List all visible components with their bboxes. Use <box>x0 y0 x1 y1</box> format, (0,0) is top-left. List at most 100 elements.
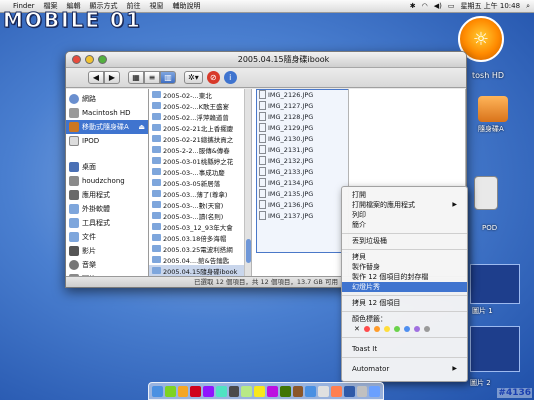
scrollbar-thumb[interactable] <box>246 239 251 263</box>
menu-item-automator[interactable]: Automator ▶ <box>342 364 467 374</box>
ipod-desktop-icon[interactable] <box>474 176 498 210</box>
dock-app-icon[interactable] <box>152 385 163 397</box>
folder-row[interactable]: 2005.03.18倍多海帽▶ <box>149 232 251 243</box>
action-menu-button[interactable]: ✲▾ <box>184 71 203 84</box>
eject-icon[interactable]: ⏏ <box>138 123 145 131</box>
folder-row[interactable]: 2005-02-...東北▶ <box>149 89 251 100</box>
menu-help[interactable]: 輔助說明 <box>173 1 201 11</box>
info-icon[interactable]: i <box>223 71 237 84</box>
menu-item-open[interactable]: 打開 <box>342 190 467 200</box>
wifi-icon[interactable]: ◠ <box>422 2 428 10</box>
sidebar-item-documents[interactable]: 文件 <box>66 230 148 244</box>
menu-item-toast-it[interactable]: Toast It <box>342 344 467 354</box>
menu-item-create-archive[interactable]: 製作 12 個項目的封存檔 <box>342 272 467 282</box>
icon-view-button[interactable]: ▦ <box>128 71 144 84</box>
color-label-dot[interactable] <box>413 326 420 332</box>
menu-item-copy[interactable]: 拷貝 <box>342 252 467 262</box>
dock-app-icon[interactable] <box>190 385 202 397</box>
sidebar-item-label: 桌面 <box>82 163 96 171</box>
dock-app-icon[interactable] <box>241 385 253 397</box>
list-view-button[interactable]: ≡ <box>144 71 160 84</box>
no-entry-icon[interactable]: ⊘ <box>206 71 220 84</box>
color-label-dot[interactable] <box>423 326 430 332</box>
dock-app-icon[interactable] <box>369 385 381 397</box>
dock-app-icon[interactable] <box>279 385 291 397</box>
sidebar-item-desktop[interactable]: 桌面 <box>66 160 148 174</box>
spotlight-icon[interactable]: ⌕ <box>526 2 530 11</box>
forward-button[interactable]: ▶ <box>104 71 120 84</box>
color-label-dot[interactable] <box>403 326 410 332</box>
color-label-dot[interactable] <box>383 326 390 332</box>
folder-row[interactable]: 2005-03-...讀(名則)▶ <box>149 210 251 221</box>
menubar-clock[interactable]: 星期五 上午 10:48 <box>460 1 520 11</box>
folder-row[interactable]: 2005-03-05新居落▶ <box>149 177 251 188</box>
dock-app-icon[interactable] <box>305 385 317 397</box>
folder-row[interactable]: 2005-02-...K歌王盛宴▶ <box>149 100 251 111</box>
folder-row[interactable]: 2005-02...浮萍賴道曾▶ <box>149 111 251 122</box>
sidebar-item-applications[interactable]: 應用程式 <box>66 188 148 202</box>
dock-app-icon[interactable] <box>203 385 214 397</box>
folder-row[interactable]: 2005-03-...事成功慶▶ <box>149 166 251 177</box>
dock-app-icon[interactable] <box>215 385 227 397</box>
picture-1-thumbnail[interactable] <box>470 264 520 304</box>
folder-icon <box>152 190 161 197</box>
sidebar-item-label: IPOD <box>82 137 100 145</box>
folder-column-scrollbar[interactable] <box>244 89 251 278</box>
folder-row[interactable]: 2005-03-...數(天窗)▶ <box>149 199 251 210</box>
dock-app-icon[interactable] <box>254 385 266 397</box>
dock-app-icon[interactable] <box>356 385 368 397</box>
back-button[interactable]: ◀ <box>88 71 104 84</box>
dock-app-icon[interactable] <box>292 385 304 397</box>
sidebar-item-plugins[interactable]: 外掛軟體 <box>66 202 148 216</box>
folder-row[interactable]: 2005-2-2...服傳&傳春▶ <box>149 144 251 155</box>
dock-app-icon[interactable] <box>343 385 355 397</box>
sidebar-item-utilities[interactable]: 工具程式 <box>66 216 148 230</box>
folder-row[interactable]: 2005.04.15隨身碟ibook▶ <box>149 265 251 276</box>
folder-row[interactable]: 2005-02-21總攜扶貢之▶ <box>149 133 251 144</box>
dock-app-icon[interactable] <box>330 385 342 397</box>
menu-item-copy-items[interactable]: 拷貝 12 個項目 <box>342 298 467 308</box>
close-button[interactable] <box>72 55 81 64</box>
dock-app-icon[interactable] <box>164 385 176 397</box>
picture-2-thumbnail[interactable] <box>470 326 520 372</box>
sidebar-item-label: 影片 <box>82 247 96 255</box>
zoom-button[interactable] <box>98 55 107 64</box>
folder-row[interactable]: 2005-03_12_93年大會▶ <box>149 221 251 232</box>
battery-icon[interactable]: ▭ <box>448 2 455 10</box>
menu-item-open-with[interactable]: 打開檔案的應用程式 ▶ <box>342 200 467 210</box>
dock-app-icon[interactable] <box>318 385 329 397</box>
menu-window[interactable]: 視窗 <box>150 1 164 11</box>
folder-row[interactable]: 2005-03...薄了(尊拿)▶ <box>149 188 251 199</box>
window-titlebar[interactable]: 2005.04.15隨身碟ibook <box>66 52 466 68</box>
dock-app-icon[interactable] <box>228 385 240 397</box>
column-view-button[interactable]: ▥ <box>160 71 176 84</box>
menu-item-make-alias[interactable]: 製作替身 <box>342 262 467 272</box>
sidebar-item-macintosh-hd[interactable]: Macintosh HD <box>66 106 148 120</box>
color-label-dot[interactable] <box>393 326 400 332</box>
menu-item-print[interactable]: 列印 <box>342 210 467 220</box>
volume-icon[interactable]: ◀) <box>434 2 442 10</box>
folder-row[interactable]: 2005.03.25電波利搭網▶ <box>149 243 251 254</box>
sidebar-item-movies[interactable]: 影片 <box>66 244 148 258</box>
sidebar-item-network[interactable]: 網路 <box>66 92 148 106</box>
color-label-dot[interactable] <box>373 326 380 332</box>
folder-row[interactable]: 2005.04....館&告鑰匙▶ <box>149 254 251 265</box>
color-label-dot[interactable] <box>363 326 370 332</box>
no-label-icon[interactable]: ✕ <box>354 325 360 333</box>
menu-item-slideshow[interactable]: 幻燈片秀 <box>342 282 467 292</box>
bluetooth-icon[interactable]: ✱ <box>410 2 416 10</box>
usb-drive-desktop-icon[interactable] <box>478 96 508 122</box>
dock-app-icon[interactable] <box>267 385 278 397</box>
dock-app-icon[interactable] <box>177 385 189 397</box>
folder-row[interactable]: 2005-03-01桃縣婷之花▶ <box>149 155 251 166</box>
menu-item-get-info[interactable]: 簡介 <box>342 220 467 230</box>
minimize-button[interactable] <box>85 55 94 64</box>
sidebar-item-ipod[interactable]: IPOD <box>66 134 148 148</box>
sidebar-item-music[interactable]: 音樂 <box>66 258 148 272</box>
menu-item-move-to-trash[interactable]: 丟到垃圾桶 <box>342 236 467 246</box>
folder-row[interactable]: 2005-02-21北上香擺慶▶ <box>149 122 251 133</box>
folder-row-label: 2005-03-...讀(名則) <box>163 212 224 221</box>
sidebar-item-home[interactable]: houdzchong <box>66 174 148 188</box>
folder-row-label: 2005-03-...事成功慶 <box>163 168 225 177</box>
sidebar-item-usb-drive[interactable]: 移動式隨身碟A ⏏ <box>66 120 148 134</box>
